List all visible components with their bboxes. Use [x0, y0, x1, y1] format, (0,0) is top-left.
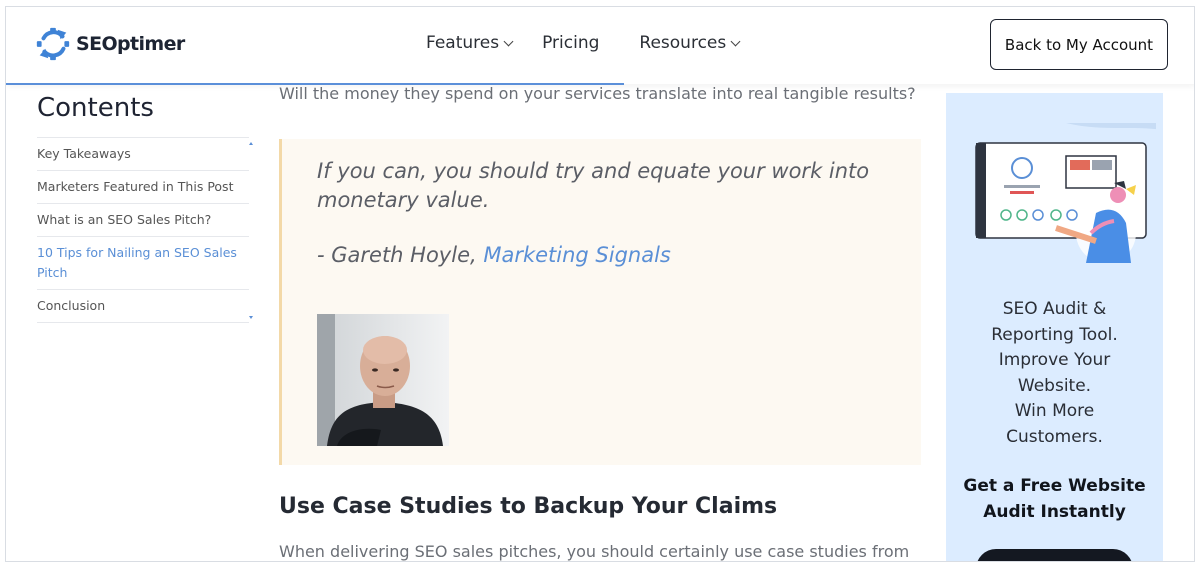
toc-item-what-is-seo-sales-pitch[interactable]: What is an SEO Sales Pitch?: [37, 204, 249, 237]
site-header: SEOptimer Features Pricing Resources Bac…: [6, 7, 1194, 84]
logo-text: SEOptimer: [76, 33, 185, 55]
toc-list: Key Takeaways Marketers Featured in This…: [37, 137, 253, 323]
browser-viewport: SEOptimer Features Pricing Resources Bac…: [5, 6, 1195, 562]
chevron-down-icon: [730, 36, 741, 46]
nav-resources[interactable]: Resources: [639, 33, 741, 53]
nav-pricing-label: Pricing: [542, 33, 600, 53]
toc-item-10-tips[interactable]: 10 Tips for Nailing an SEO Sales Pitch: [37, 237, 249, 290]
ad-cta-line: Get a Free Website: [963, 476, 1146, 496]
quote-author-name: - Gareth Hoyle,: [317, 243, 484, 267]
ad-cta-text: Get a Free Website Audit Instantly: [946, 473, 1163, 525]
toc-item-marketers-featured[interactable]: Marketers Featured in This Post: [37, 171, 249, 204]
scroll-down-icon[interactable]: [249, 316, 253, 319]
nav-resources-label: Resources: [639, 33, 727, 53]
ad-line: Improve Your: [998, 350, 1111, 370]
contents-title: Contents: [37, 93, 154, 123]
table-of-contents: Contents Key Takeaways Marketers Feature…: [37, 93, 253, 323]
ad-cta-button[interactable]: [976, 549, 1133, 561]
ad-line: SEO Audit &: [1002, 299, 1107, 319]
ad-tagline: SEO Audit & Reporting Tool. Improve Your…: [946, 297, 1163, 450]
nav-features[interactable]: Features: [426, 33, 514, 53]
blockquote: If you can, you should try and equate yo…: [279, 139, 921, 465]
quote-text: If you can, you should try and equate yo…: [317, 159, 870, 212]
logo[interactable]: SEOptimer: [34, 25, 185, 63]
ad-line: Reporting Tool.: [991, 324, 1118, 345]
toc-item-conclusion[interactable]: Conclusion: [37, 290, 249, 323]
nav-pricing[interactable]: Pricing: [542, 33, 599, 53]
nav-features-label: Features: [426, 33, 500, 53]
chevron-down-icon: [503, 36, 514, 46]
ad-line: Website.: [1017, 375, 1092, 396]
ad-line: Customers.: [1006, 426, 1103, 447]
section-paragraph: When delivering SEO sales pitches, you s…: [279, 542, 910, 561]
scroll-up-icon[interactable]: [249, 142, 253, 145]
quote-author: - Gareth Hoyle, Marketing Signals: [317, 243, 671, 267]
ad-cta-line: Audit Instantly: [983, 502, 1126, 522]
author-photo: [317, 314, 449, 446]
reading-progress-bar: [6, 83, 624, 85]
back-to-account-button[interactable]: Back to My Account: [990, 19, 1168, 70]
lead-paragraph: Will the money they spend on your servic…: [279, 84, 916, 103]
section-heading: Use Case Studies to Backup Your Claims: [279, 494, 778, 519]
promo-sidebar-ad[interactable]: SEO Audit & Reporting Tool. Improve Your…: [946, 93, 1163, 561]
toc-item-key-takeaways[interactable]: Key Takeaways: [37, 138, 249, 171]
gear-logo-icon: [36, 27, 70, 61]
main-nav: Features Pricing Resources: [426, 33, 741, 53]
audit-tool-illustration: [975, 123, 1156, 263]
article-content: Will the money they spend on your servic…: [279, 84, 921, 561]
quote-author-link[interactable]: Marketing Signals: [483, 243, 671, 267]
ad-line: Win More: [1014, 401, 1095, 421]
